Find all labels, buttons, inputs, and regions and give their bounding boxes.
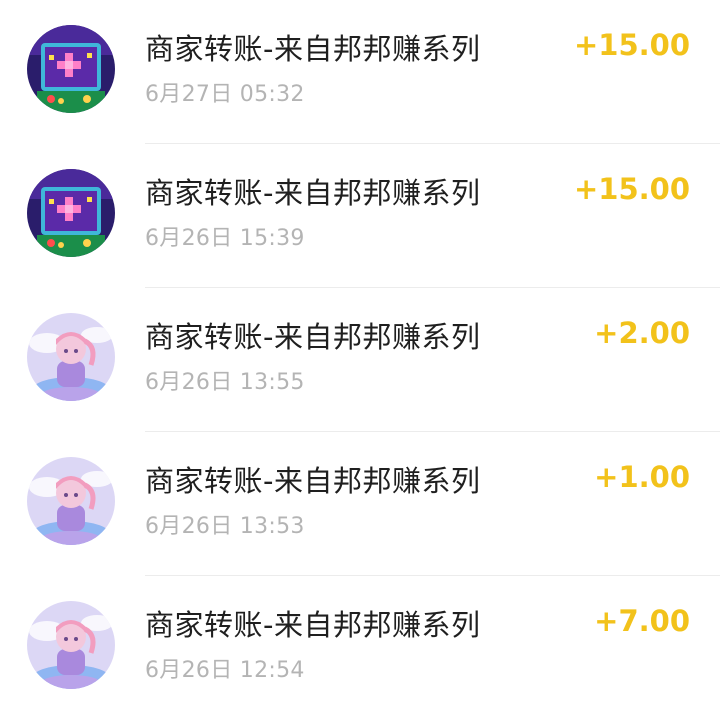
- transaction-title: 商家转账-来自邦邦赚系列: [145, 32, 481, 66]
- transaction-time: 6月26日 15:39: [145, 226, 305, 251]
- anime-girl-avatar-icon: [27, 601, 115, 689]
- transaction-row[interactable]: 商家转账-来自邦邦赚系列 6月26日 13:53 +1.00: [0, 432, 720, 576]
- transaction-amount: +2.00: [594, 316, 690, 350]
- anime-girl-avatar-icon: [27, 313, 115, 401]
- transaction-amount: +7.00: [594, 604, 690, 638]
- transaction-time: 6月26日 12:54: [145, 658, 305, 683]
- arcade-avatar-icon: [27, 25, 115, 113]
- transaction-title: 商家转账-来自邦邦赚系列: [145, 608, 481, 642]
- transaction-row[interactable]: 商家转账-来自邦邦赚系列 6月26日 12:54 +7.00: [0, 576, 720, 720]
- transaction-amount: +15.00: [573, 172, 690, 206]
- transaction-time: 6月27日 05:32: [145, 82, 305, 107]
- transaction-time: 6月26日 13:53: [145, 514, 305, 539]
- transaction-title: 商家转账-来自邦邦赚系列: [145, 176, 481, 210]
- transaction-row[interactable]: 商家转账-来自邦邦赚系列 6月26日 13:55 +2.00: [0, 288, 720, 432]
- transaction-row[interactable]: 商家转账-来自邦邦赚系列 6月27日 05:32 +15.00: [0, 0, 720, 144]
- arcade-avatar-icon: [27, 169, 115, 257]
- transaction-title: 商家转账-来自邦邦赚系列: [145, 320, 481, 354]
- transaction-row[interactable]: 商家转账-来自邦邦赚系列 6月26日 15:39 +15.00: [0, 144, 720, 288]
- transaction-amount: +15.00: [573, 28, 690, 62]
- anime-girl-avatar-icon: [27, 457, 115, 545]
- transaction-time: 6月26日 13:55: [145, 370, 305, 395]
- transaction-list: 商家转账-来自邦邦赚系列 6月27日 05:32 +15.00 商家转账-来自邦…: [0, 0, 720, 697]
- transaction-amount: +1.00: [594, 460, 690, 494]
- transaction-title: 商家转账-来自邦邦赚系列: [145, 464, 481, 498]
